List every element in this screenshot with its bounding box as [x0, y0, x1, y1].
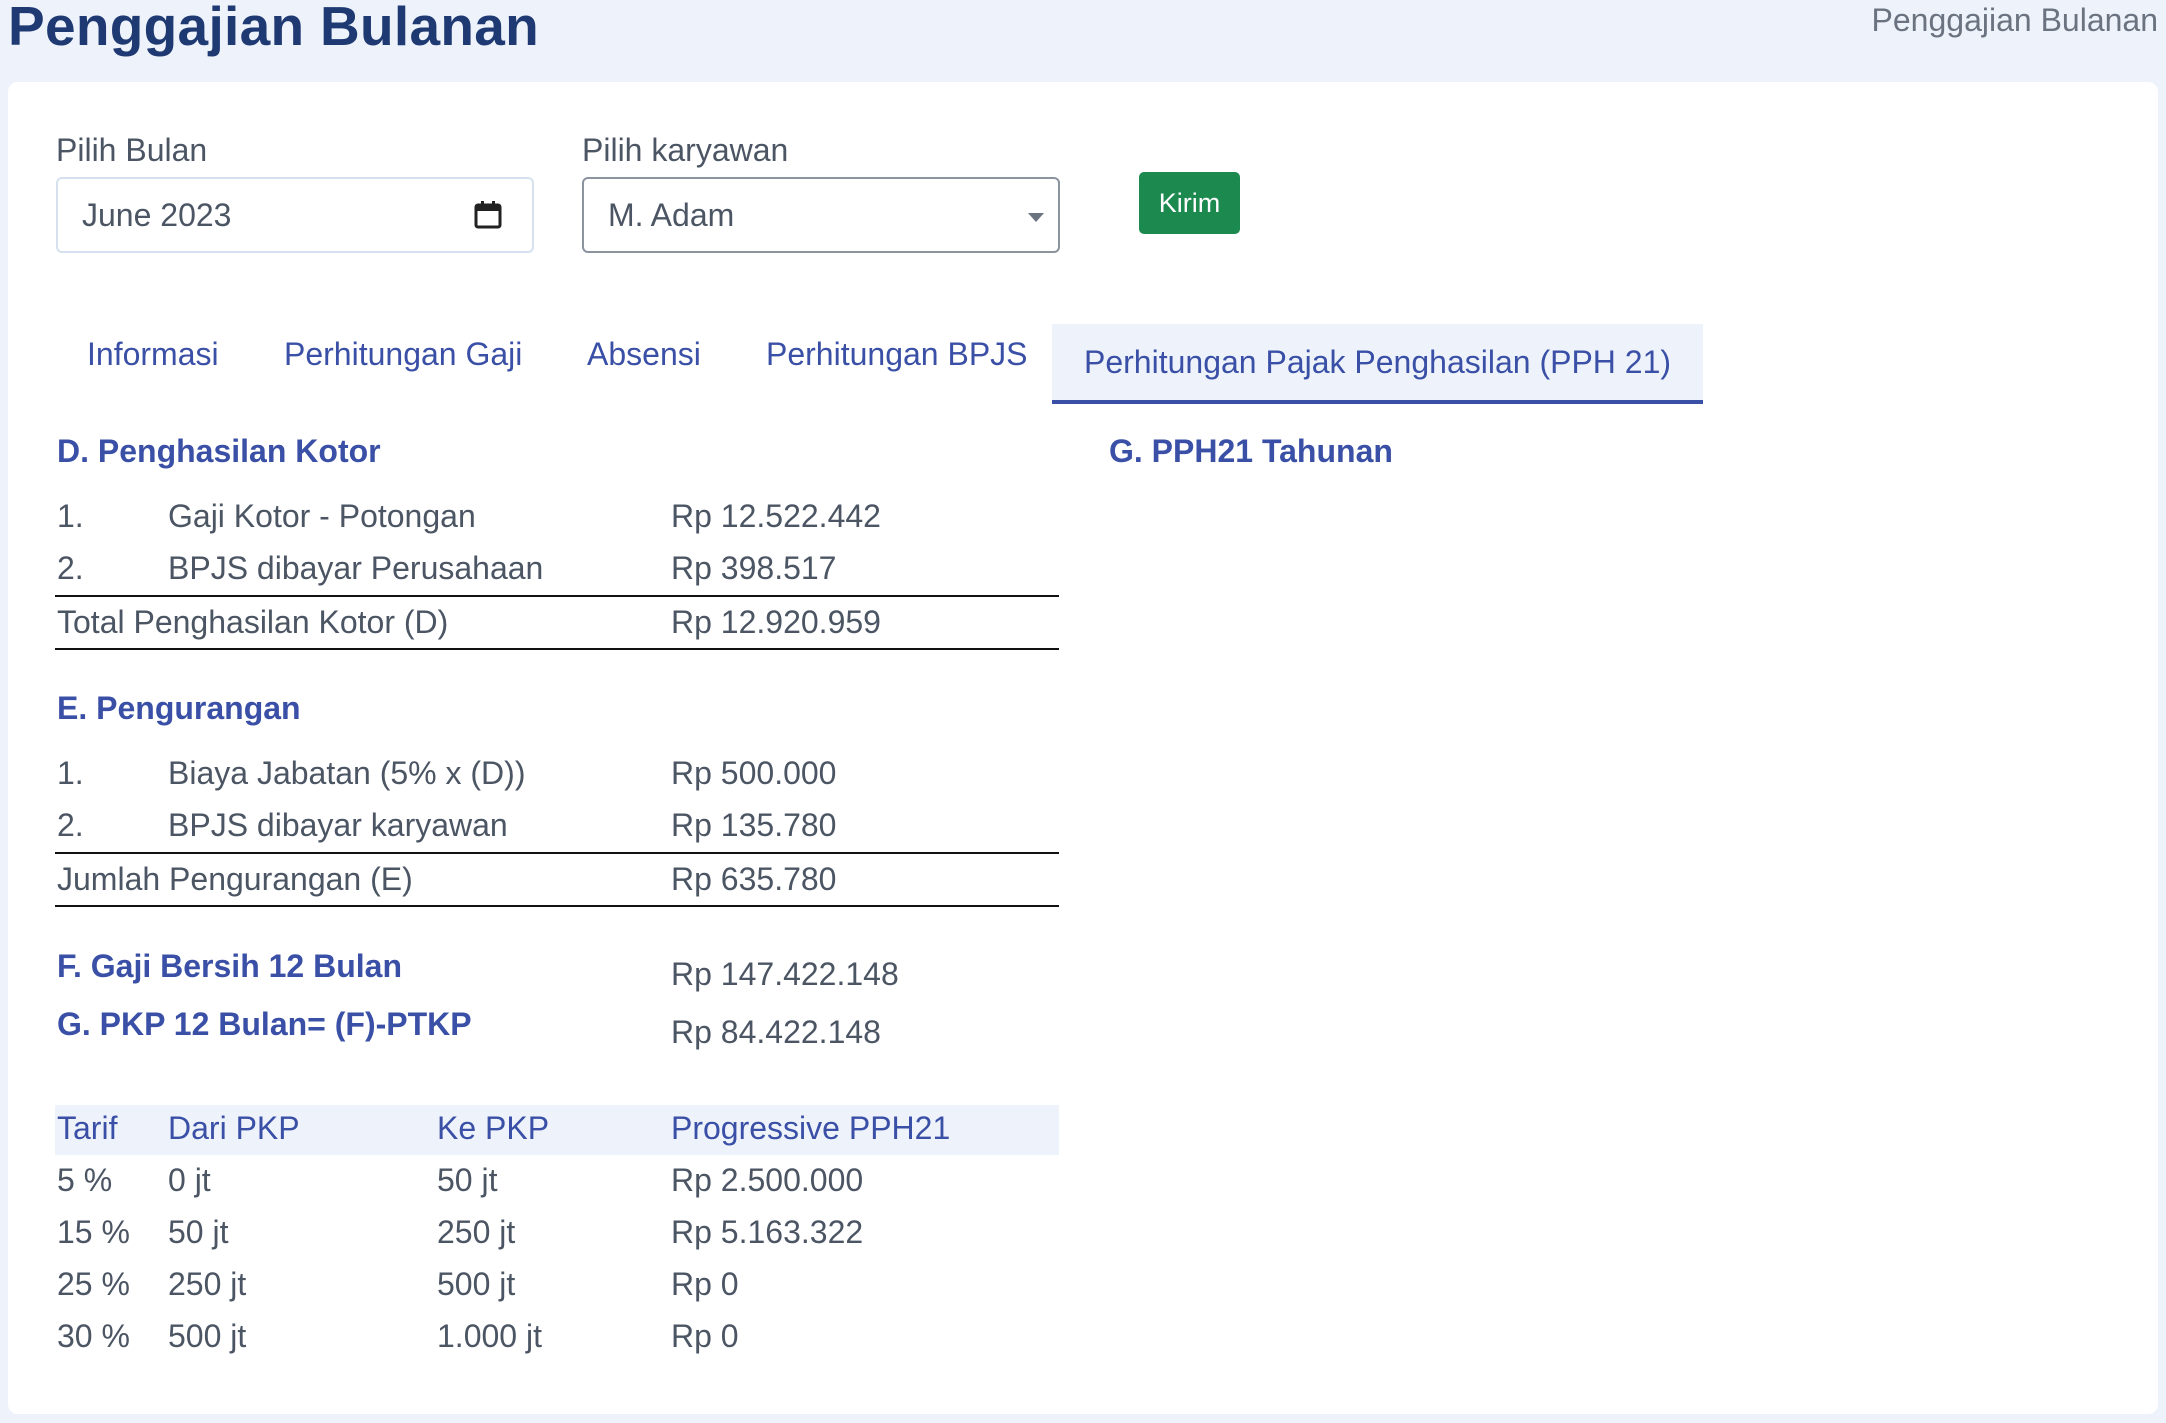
- tax-table-cell: 250 jt: [168, 1266, 247, 1302]
- section-e-total-value: Rp 635.780: [671, 861, 837, 897]
- tax-table-cell: 50 jt: [168, 1214, 229, 1250]
- tax-table-cell: 50 jt: [437, 1162, 498, 1198]
- tax-table-cell: Rp 0: [671, 1266, 739, 1302]
- tax-table-header-cell: Ke PKP: [437, 1110, 550, 1146]
- divider: [55, 905, 1059, 907]
- tab-informasi[interactable]: Informasi: [87, 323, 219, 385]
- section-e-total-label: Jumlah Pengurangan (E): [57, 861, 413, 897]
- tax-table-header-cell: Progressive PPH21: [671, 1110, 951, 1146]
- tax-table-cell: 25 %: [57, 1266, 130, 1302]
- tab-perhitungan-bpjs[interactable]: Perhitungan BPJS: [766, 323, 1028, 385]
- section-d-row-no: 1.: [57, 498, 84, 534]
- section-e-row-no: 2.: [57, 807, 84, 843]
- page-header: Penggajian Bulanan Penggajian Bulanan: [0, 0, 2166, 80]
- breadcrumb[interactable]: Penggajian Bulanan: [1872, 2, 2158, 39]
- section-e-row-value: Rp 500.000: [671, 755, 837, 791]
- tax-table-cell: Rp 2.500.000: [671, 1162, 864, 1198]
- section-d-total-label: Total Penghasilan Kotor (D): [57, 604, 449, 640]
- divider: [55, 595, 1059, 597]
- section-f-value: Rp 147.422.148: [671, 956, 899, 992]
- section-d-row-no: 2.: [57, 550, 84, 586]
- tax-table-header-cell: Dari PKP: [168, 1110, 300, 1146]
- tax-table-cell: 250 jt: [437, 1214, 516, 1250]
- section-d-row-value: Rp 398.517: [671, 550, 837, 586]
- month-input[interactable]: June 2023: [56, 177, 534, 253]
- tax-table-cell: 5 %: [57, 1162, 113, 1198]
- month-label: Pilih Bulan: [56, 132, 208, 168]
- tax-table-cell: Rp 5.163.322: [671, 1214, 864, 1250]
- section-d-title: D. Penghasilan Kotor: [57, 433, 381, 469]
- tax-table-cell: 500 jt: [168, 1318, 247, 1354]
- section-e-row-label: Biaya Jabatan (5% x (D)): [168, 755, 526, 791]
- section-e-title: E. Pengurangan: [57, 690, 301, 726]
- submit-button[interactable]: Kirim: [1139, 172, 1240, 234]
- employee-value: M. Adam: [608, 196, 735, 233]
- tax-table-cell: 500 jt: [437, 1266, 516, 1302]
- section-e-row-value: Rp 135.780: [671, 807, 837, 843]
- content-card: Pilih Bulan June 2023 Pilih karyawan M. …: [8, 82, 2158, 1414]
- calendar-icon[interactable]: [474, 201, 502, 229]
- page-title: Penggajian Bulanan: [8, 0, 540, 57]
- tab-pph21[interactable]: Perhitungan Pajak Penghasilan (PPH 21): [1052, 324, 1704, 404]
- tab-perhitungan-gaji[interactable]: Perhitungan Gaji: [284, 323, 522, 385]
- tax-table-cell: 30 %: [57, 1318, 130, 1354]
- divider: [55, 648, 1059, 650]
- tax-table-header-cell: Tarif: [57, 1110, 118, 1146]
- employee-label: Pilih karyawan: [582, 132, 789, 168]
- employee-select[interactable]: M. Adam: [582, 177, 1060, 253]
- tax-table-cell: 15 %: [57, 1214, 130, 1250]
- section-d-row-value: Rp 12.522.442: [671, 498, 881, 534]
- section-d-total-value: Rp 12.920.959: [671, 604, 881, 640]
- month-value: June 2023: [82, 196, 232, 233]
- divider: [55, 852, 1059, 854]
- section-g-value: Rp 84.422.148: [671, 1014, 881, 1050]
- tax-table-cell: 1.000 jt: [437, 1318, 542, 1354]
- chevron-down-icon: [1028, 213, 1044, 222]
- pph21-annual-title: G. PPH21 Tahunan: [1109, 433, 1393, 469]
- tab-absensi[interactable]: Absensi: [587, 323, 701, 385]
- section-e-row-label: BPJS dibayar karyawan: [168, 807, 508, 843]
- section-f-title: F. Gaji Bersih 12 Bulan: [57, 948, 402, 984]
- section-g-title: G. PKP 12 Bulan= (F)-PTKP: [57, 1006, 472, 1042]
- section-d-row-label: BPJS dibayar Perusahaan: [168, 550, 544, 586]
- section-e-row-no: 1.: [57, 755, 84, 791]
- tax-table-cell: Rp 0: [671, 1318, 739, 1354]
- tax-table-cell: 0 jt: [168, 1162, 211, 1198]
- section-d-row-label: Gaji Kotor - Potongan: [168, 498, 476, 534]
